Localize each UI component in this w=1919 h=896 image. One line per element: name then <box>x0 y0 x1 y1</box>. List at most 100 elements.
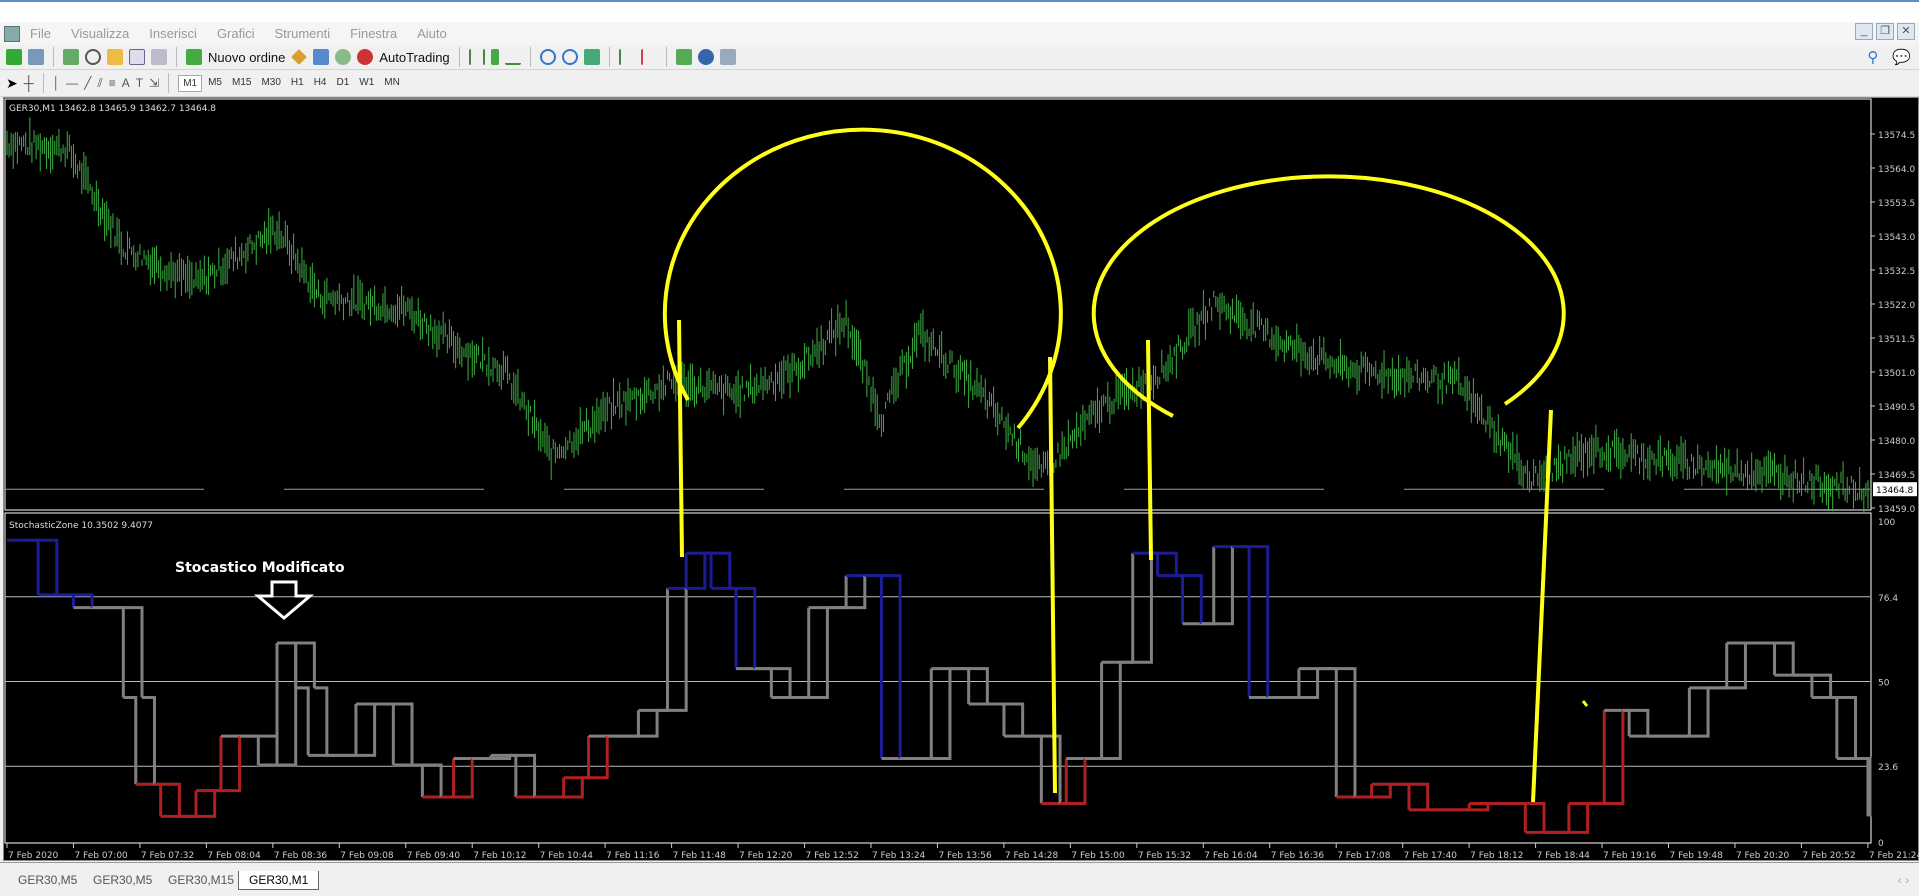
navigator-icon[interactable] <box>107 49 123 65</box>
autotrading-button[interactable]: AutoTrading <box>379 50 449 65</box>
chart-shift-icon[interactable] <box>640 49 657 65</box>
timeframe-h1[interactable]: H1 <box>287 75 308 92</box>
menu-visualizza[interactable]: Visualizza <box>61 26 139 41</box>
stochastic-main-line <box>1132 551 1160 576</box>
new-order-button[interactable]: Nuovo ordine <box>208 50 285 65</box>
equidistant-channel-icon[interactable]: ⫽ <box>97 76 102 91</box>
market-icon[interactable] <box>335 49 352 65</box>
menu-aiuto[interactable]: Aiuto <box>407 26 457 41</box>
market-watch-icon[interactable] <box>63 49 79 65</box>
title-bar <box>0 0 1919 22</box>
timeframe-w1[interactable]: W1 <box>355 75 378 92</box>
signals-icon[interactable] <box>313 49 330 65</box>
timeframe-d1[interactable]: D1 <box>333 75 354 92</box>
menu-strumenti[interactable]: Strumenti <box>265 26 341 41</box>
timeframe-h4[interactable]: H4 <box>310 75 331 92</box>
price-tick-label: 13501.0 <box>1878 369 1915 379</box>
timeframe-m5[interactable]: M5 <box>204 75 226 92</box>
bar-chart-icon[interactable] <box>468 49 485 65</box>
tab-scroll-arrows[interactable]: ‹ › <box>1898 873 1909 887</box>
arrows-icon[interactable]: ⇲ <box>149 76 159 90</box>
menu-inserisci[interactable]: Inserisci <box>139 26 207 41</box>
time-label: 7 Feb 16:04 <box>1204 851 1258 861</box>
price-bars <box>6 117 1869 514</box>
stochastic-signal-line <box>1647 687 1710 738</box>
level-label: 76.4 <box>1878 594 1898 604</box>
stochastic-signal-line <box>142 696 156 785</box>
stochastic-signal-line <box>1120 553 1153 664</box>
stochastic-main-line <box>1182 546 1216 626</box>
stochastic-signal-line <box>1745 641 1795 676</box>
menu-finestra[interactable]: Finestra <box>340 26 407 41</box>
text-icon[interactable]: A <box>122 76 130 90</box>
chat-icon[interactable]: 💬 <box>1892 48 1911 66</box>
time-label: 7 Feb 11:48 <box>673 851 727 861</box>
stochastic-main-line <box>123 696 138 785</box>
timeframe-m30[interactable]: M30 <box>257 75 284 92</box>
templates-icon[interactable] <box>719 49 736 65</box>
stochastic-signal-line <box>154 782 181 817</box>
stochastic-main-line <box>1066 662 1104 761</box>
time-label: 7 Feb 12:52 <box>806 851 859 861</box>
stochastic-main-line <box>686 551 713 589</box>
stochastic-signal-line <box>534 777 584 799</box>
line-chart-icon[interactable] <box>504 49 521 65</box>
chart-canvas[interactable]: GER30,M1 13462.8 13465.9 13462.7 13464.8… <box>4 98 1919 862</box>
tile-windows-icon[interactable] <box>583 49 600 65</box>
stochastic-main-line <box>1629 687 1691 738</box>
time-label: 7 Feb 09:40 <box>407 851 461 861</box>
minimize-button[interactable]: _ <box>1855 23 1873 40</box>
stochastic-signal-line <box>214 736 242 793</box>
price-pane-border <box>4 98 1872 511</box>
crosshair-tool-icon[interactable]: ┼ <box>24 75 34 91</box>
price-tick-label: 13459.0 <box>1878 505 1915 515</box>
timeframe-mn[interactable]: MN <box>380 75 404 92</box>
stochastic-signal-line <box>314 686 329 756</box>
stochastic-main-line <box>7 538 40 595</box>
price-tick-label: 13469.5 <box>1878 471 1915 481</box>
horizontal-line-icon[interactable]: — <box>66 76 78 90</box>
time-label: 7 Feb 21:24 <box>1869 851 1919 861</box>
close-button[interactable]: ✕ <box>1897 23 1915 40</box>
crosshair-icon[interactable] <box>85 49 101 65</box>
zoom-in-icon[interactable] <box>539 49 556 65</box>
menu-file[interactable]: File <box>20 26 61 41</box>
time-label: 7 Feb 12:20 <box>739 851 793 861</box>
stochastic-main-line <box>588 710 640 738</box>
tab-ger30-m1[interactable]: GER30,M1 <box>238 871 320 890</box>
timeframe-m1[interactable]: M1 <box>178 74 203 92</box>
stochastic-main-line <box>736 667 773 698</box>
menu-grafici[interactable]: Grafici <box>207 26 265 41</box>
stochastic-main-line <box>563 736 591 780</box>
search-icon[interactable]: ⚲ <box>1867 48 1878 66</box>
zoom-out-icon[interactable] <box>561 49 578 65</box>
stochastic-signal-line <box>1060 758 1087 805</box>
terminal-icon[interactable] <box>129 49 145 65</box>
stochastic-signal-line <box>1151 551 1178 576</box>
restore-button[interactable]: ❐ <box>1876 23 1894 40</box>
price-tick-label: 13553.5 <box>1878 199 1915 209</box>
fibonacci-icon[interactable]: ≡ <box>109 76 116 90</box>
stochastic-signal-line <box>509 753 537 798</box>
tab-ger30-m5[interactable]: GER30,M5 <box>8 871 87 889</box>
autoscroll-icon[interactable] <box>618 49 635 65</box>
chart-header: GER30,M1 13462.8 13465.9 13462.7 13464.8 <box>9 104 216 114</box>
tab-ger30-m15[interactable]: GER30,M15 <box>158 871 244 889</box>
tab-ger30-m5-2[interactable]: GER30,M5 <box>83 871 162 889</box>
text-label-icon[interactable]: T <box>136 76 143 90</box>
candlestick-icon[interactable] <box>490 49 499 65</box>
profiles-icon[interactable] <box>28 49 44 65</box>
tester-icon[interactable] <box>151 49 167 65</box>
new-chart-icon[interactable] <box>6 49 22 65</box>
periods-icon[interactable] <box>697 49 714 65</box>
vertical-line-icon[interactable]: │ <box>53 76 61 90</box>
stochastic-signal-line <box>412 763 443 798</box>
timeframe-m15[interactable]: M15 <box>228 75 255 92</box>
cursor-icon[interactable]: ➤ <box>6 75 18 92</box>
stochastic-signal-line <box>1830 696 1858 759</box>
chart-window[interactable]: GER30,M1 13462.8 13465.9 13462.7 13464.8… <box>3 97 1919 861</box>
indicators-icon[interactable] <box>675 49 692 65</box>
trendline-icon[interactable]: ╱ <box>84 76 91 90</box>
metaeditor-icon[interactable] <box>291 49 308 65</box>
time-label: 7 Feb 10:44 <box>540 851 594 861</box>
